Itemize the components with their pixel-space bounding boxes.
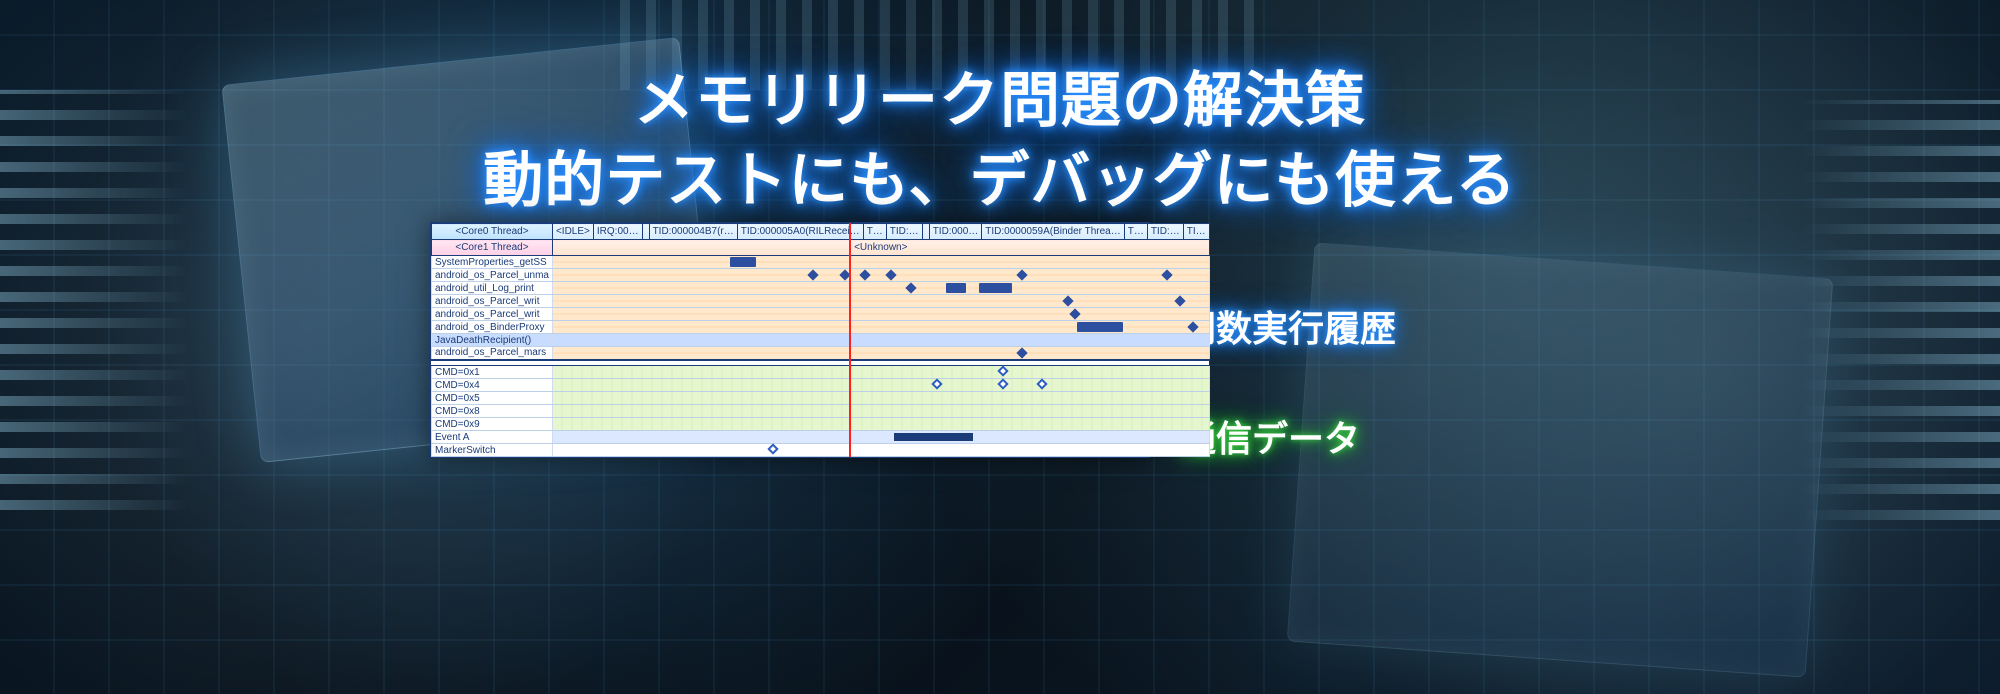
cm-row-3[interactable]: CMD=0x8 xyxy=(432,405,1210,418)
core0-seg-3[interactable]: TID:000004B7(r… xyxy=(649,224,737,240)
core0-thread-header-row: <Core0 Thread> <IDLE> IRQ:00… TID:000004… xyxy=(432,224,1210,240)
fn-row-0-label: SystemProperties_getSS xyxy=(432,256,553,269)
fn-row-0[interactable]: SystemProperties_getSS xyxy=(432,256,1210,269)
fn-row-2-track[interactable] xyxy=(552,282,1209,295)
cm-row-5-label: Event A xyxy=(432,431,553,444)
fn-row-1-label: android_os_Parcel_unma xyxy=(432,269,553,282)
cm-row-3-track[interactable] xyxy=(552,405,1209,418)
core0-seg-8[interactable]: TID:000… xyxy=(929,224,982,240)
core0-seg-0[interactable]: <IDLE> xyxy=(552,224,593,240)
cm-row-6-label: MarkerSwitch xyxy=(432,444,553,457)
core0-seg-2[interactable] xyxy=(642,224,649,240)
core1-thread-header-row: <Core1 Thread> <Unknown> xyxy=(432,240,1210,256)
cm-row-4[interactable]: CMD=0x9 xyxy=(432,418,1210,431)
cm-row-2-label: CMD=0x5 xyxy=(432,392,553,405)
fn-row-3[interactable]: android_os_Parcel_writ xyxy=(432,295,1210,308)
cm-row-1-track[interactable] xyxy=(552,379,1209,392)
fn-row-7-track[interactable] xyxy=(552,347,1209,360)
cm-row-1-label: CMD=0x4 xyxy=(432,379,553,392)
cm-row-6-track[interactable] xyxy=(552,444,1209,457)
cm-row-4-track[interactable] xyxy=(552,418,1209,431)
fn-row-4-label: android_os_Parcel_writ xyxy=(432,308,553,321)
core0-seg-6[interactable]: TID:… xyxy=(886,224,922,240)
cm-row-5-track[interactable] xyxy=(552,431,1209,444)
fn-row-1-track[interactable] xyxy=(552,269,1209,282)
cm-row-2[interactable]: CMD=0x5 xyxy=(432,392,1210,405)
fn-row-4[interactable]: android_os_Parcel_writ xyxy=(432,308,1210,321)
fn-row-2-label: android_util_Log_print xyxy=(432,282,553,295)
fn-row-5[interactable]: android_os_BinderProxy xyxy=(432,321,1210,334)
core1-thread-label: <Core1 Thread> xyxy=(432,240,553,256)
core1-unknown-seg[interactable]: <Unknown> xyxy=(552,240,1209,256)
fn-row-7-label: android_os_Parcel_mars xyxy=(432,347,553,360)
fn-row-5-track[interactable] xyxy=(552,321,1209,334)
fn-row-3-track[interactable] xyxy=(552,295,1209,308)
core0-seg-4[interactable]: TID:000005A0(RILRecei… xyxy=(737,224,863,240)
fn-row-3-label: android_os_Parcel_writ xyxy=(432,295,553,308)
core0-seg-12[interactable]: TI… xyxy=(1183,224,1209,240)
fn-row-7[interactable]: android_os_Parcel_mars xyxy=(432,347,1210,360)
cm-row-0-label: CMD=0x1 xyxy=(432,366,553,379)
callout-func-history: 関数実行履歴 xyxy=(1180,300,1396,352)
fn-row-6-label: JavaDeathRecipient() xyxy=(432,334,553,347)
fn-row-6-track[interactable] xyxy=(552,334,1209,347)
core0-thread-label: <Core0 Thread> xyxy=(432,224,553,240)
core0-seg-1[interactable]: IRQ:00… xyxy=(593,224,642,240)
headline-line1: メモリリーク問題の解決策 xyxy=(0,52,2000,139)
core0-seg-7[interactable] xyxy=(922,224,929,240)
cm-row-2-track[interactable] xyxy=(552,392,1209,405)
cm-row-5[interactable]: Event A xyxy=(432,431,1210,444)
cm-row-3-label: CMD=0x8 xyxy=(432,405,553,418)
fn-row-5-label: android_os_BinderProxy xyxy=(432,321,553,334)
fn-row-4-track[interactable] xyxy=(552,308,1209,321)
core0-seg-9[interactable]: TID:0000059A(Binder Threa… xyxy=(982,224,1124,240)
fn-row-6[interactable]: JavaDeathRecipient() xyxy=(432,334,1210,347)
trace-panel: <Core0 Thread> <IDLE> IRQ:00… TID:000004… xyxy=(430,222,1150,458)
cm-row-4-label: CMD=0x9 xyxy=(432,418,553,431)
core0-seg-5[interactable]: T… xyxy=(863,224,886,240)
fn-row-0-track[interactable] xyxy=(552,256,1209,269)
cm-row-0-track[interactable] xyxy=(552,366,1209,379)
fn-row-2[interactable]: android_util_Log_print xyxy=(432,282,1210,295)
core0-seg-11[interactable]: TID:… xyxy=(1147,224,1183,240)
core0-seg-10[interactable]: T… xyxy=(1124,224,1147,240)
cm-row-0[interactable]: CMD=0x1 xyxy=(432,366,1210,379)
cm-row-6[interactable]: MarkerSwitch xyxy=(432,444,1210,457)
cm-row-1[interactable]: CMD=0x4 xyxy=(432,379,1210,392)
fn-row-1[interactable]: android_os_Parcel_unma xyxy=(432,269,1210,282)
headline-line2: 動的テストにも、デバッグにも使える xyxy=(0,132,2000,219)
